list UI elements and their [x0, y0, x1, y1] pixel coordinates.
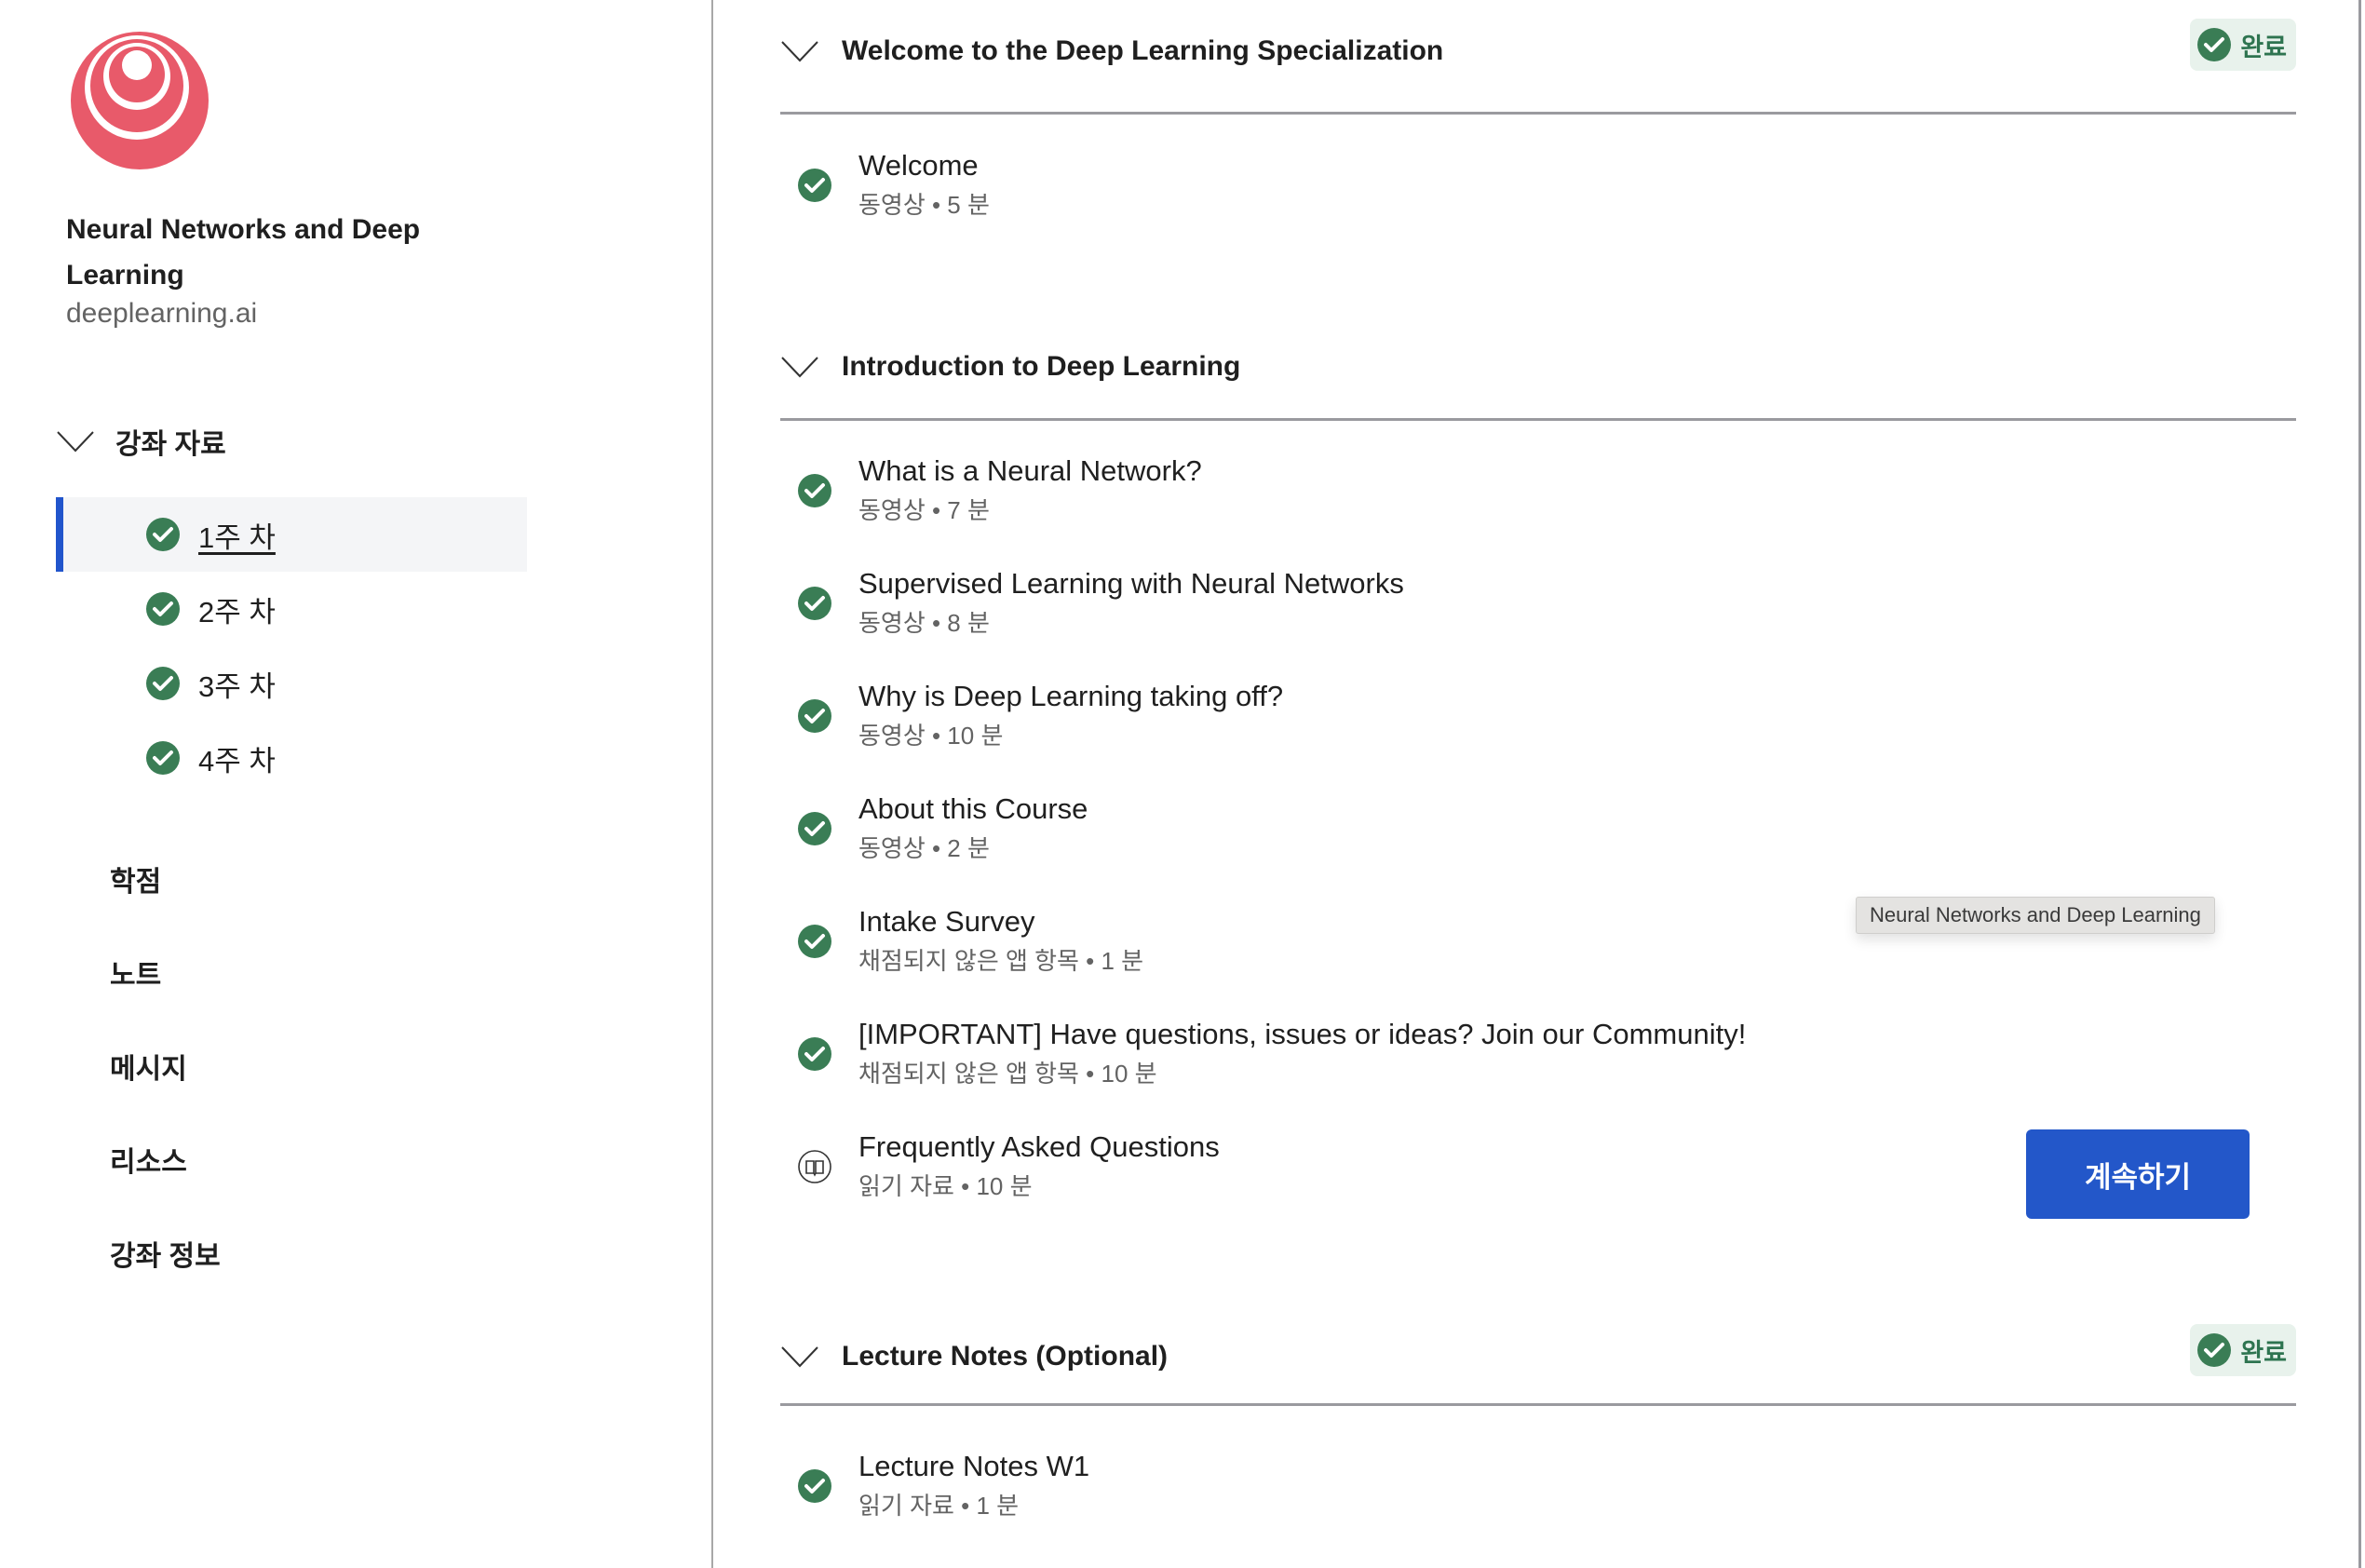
lesson-item[interactable]: Frequently Asked Questions 읽기 자료 • 10 분 [797, 1129, 1220, 1205]
lesson-meta: 채점되지 않은 앱 항목 • 10 분 [858, 1060, 1157, 1088]
deeplearning-ai-logo [71, 32, 209, 169]
lesson-meta: 동영상 • 8 분 [858, 609, 990, 637]
lesson-item[interactable]: What is a Neural Network? 동영상 • 7 분 [797, 453, 1202, 529]
section-divider [780, 1403, 2296, 1406]
lesson-meta: 동영상 • 7 분 [858, 496, 990, 524]
continue-button[interactable]: 계속하기 [2026, 1129, 2250, 1219]
check-circle-icon [2197, 1333, 2232, 1367]
sidebar-link-messages[interactable]: 메시지 [110, 1046, 187, 1087]
sidebar-link-notes[interactable]: 노트 [110, 952, 161, 993]
completed-badge: 완료 [2190, 1324, 2296, 1376]
sidebar: Neural Networks and Deep Learning deeple… [0, 0, 713, 1568]
lesson-title: About this Course [858, 792, 1088, 825]
completed-badge: 완료 [2190, 19, 2296, 71]
week-label: 2주 차 [198, 595, 276, 629]
badge-label: 완료 [2240, 33, 2287, 61]
lesson-meta: 읽기 자료 • 10 분 [858, 1172, 1033, 1200]
lesson-item[interactable]: Lecture Notes W1 읽기 자료 • 1 분 [797, 1448, 1089, 1524]
section-title: Lecture Notes (Optional) [842, 1341, 1169, 1372]
lesson-meta: 채점되지 않은 앱 항목 • 1 분 [858, 947, 1144, 975]
sidebar-week-1[interactable]: 1주 차 [56, 497, 527, 572]
main-content: Welcome to the Deep Learning Specializat… [715, 0, 2359, 1568]
course-materials-label: 강좌 자료 [115, 429, 226, 460]
section-header-introduction[interactable]: Introduction to Deep Learning [780, 351, 2296, 383]
check-circle-icon [798, 474, 831, 507]
check-circle-icon [798, 925, 831, 958]
check-circle-icon [146, 592, 180, 626]
week-label: 3주 차 [198, 669, 276, 703]
week-label: 1주 차 [198, 520, 276, 554]
check-circle-icon [798, 169, 831, 202]
lesson-title: [IMPORTANT] Have questions, issues or id… [858, 1018, 1747, 1050]
course-title: Neural Networks and Deep Learning [66, 214, 421, 291]
badge-label: 완료 [2240, 1338, 2287, 1367]
lesson-item[interactable]: About this Course 동영상 • 2 분 [797, 791, 1088, 867]
lesson-title: Welcome [858, 149, 979, 182]
section-header-welcome[interactable]: Welcome to the Deep Learning Specializat… [780, 19, 2296, 71]
course-org: deeplearning.ai [66, 298, 258, 329]
lesson-title: What is a Neural Network? [858, 454, 1202, 487]
sidebar-link-grades[interactable]: 학점 [110, 858, 161, 899]
sidebar-week-4[interactable]: 4주 차 [56, 721, 527, 795]
check-circle-icon [146, 518, 180, 551]
section-title: Welcome to the Deep Learning Specializat… [842, 35, 1444, 66]
lesson-title: Frequently Asked Questions [858, 1130, 1220, 1163]
check-circle-icon [2197, 28, 2232, 61]
section-header-lecture-notes[interactable]: Lecture Notes (Optional) 완료 [780, 1324, 2296, 1376]
book-reading-icon [798, 1150, 831, 1183]
sidebar-week-3[interactable]: 3주 차 [56, 646, 527, 721]
chevron-down-icon [781, 1346, 818, 1368]
chevron-down-icon [781, 41, 818, 62]
section-divider [780, 112, 2296, 115]
lesson-item[interactable]: Welcome 동영상 • 5 분 [797, 147, 990, 223]
lesson-meta: 동영상 • 2 분 [858, 834, 990, 862]
lesson-meta: 읽기 자료 • 1 분 [858, 1492, 1020, 1520]
course-materials-toggle[interactable]: 강좌 자료 [56, 421, 226, 462]
lesson-title: Lecture Notes W1 [858, 1450, 1090, 1482]
section-title: Introduction to Deep Learning [842, 351, 1241, 382]
lesson-item[interactable]: [IMPORTANT] Have questions, issues or id… [797, 1016, 1746, 1092]
lesson-title: Why is Deep Learning taking off? [858, 680, 1284, 712]
chevron-down-icon [781, 357, 818, 378]
check-circle-icon [798, 1469, 831, 1503]
window-edge-divider [2358, 0, 2361, 1568]
check-circle-icon [798, 812, 831, 845]
section-divider [780, 418, 2296, 421]
week-label: 4주 차 [198, 744, 276, 777]
lesson-meta: 동영상 • 5 분 [858, 191, 990, 219]
lesson-title: Supervised Learning with Neural Networks [858, 567, 1404, 600]
check-circle-icon [798, 699, 831, 733]
chevron-down-icon [57, 431, 94, 453]
lesson-title: Intake Survey [858, 905, 1035, 938]
sidebar-link-course-info[interactable]: 강좌 정보 [110, 1233, 221, 1274]
tooltip: Neural Networks and Deep Learning [1856, 897, 2215, 934]
sidebar-link-resources[interactable]: 리소스 [110, 1139, 187, 1180]
lesson-meta: 동영상 • 10 분 [858, 722, 1004, 750]
lesson-item[interactable]: Intake Survey 채점되지 않은 앱 항목 • 1 분 [797, 903, 1143, 980]
check-circle-icon [146, 667, 180, 700]
sidebar-week-2[interactable]: 2주 차 [56, 572, 527, 646]
check-circle-icon [146, 741, 180, 775]
check-circle-icon [798, 587, 831, 620]
lesson-item[interactable]: Why is Deep Learning taking off? 동영상 • 1… [797, 678, 1283, 754]
lesson-item[interactable]: Supervised Learning with Neural Networks… [797, 565, 1404, 642]
check-circle-icon [798, 1037, 831, 1071]
